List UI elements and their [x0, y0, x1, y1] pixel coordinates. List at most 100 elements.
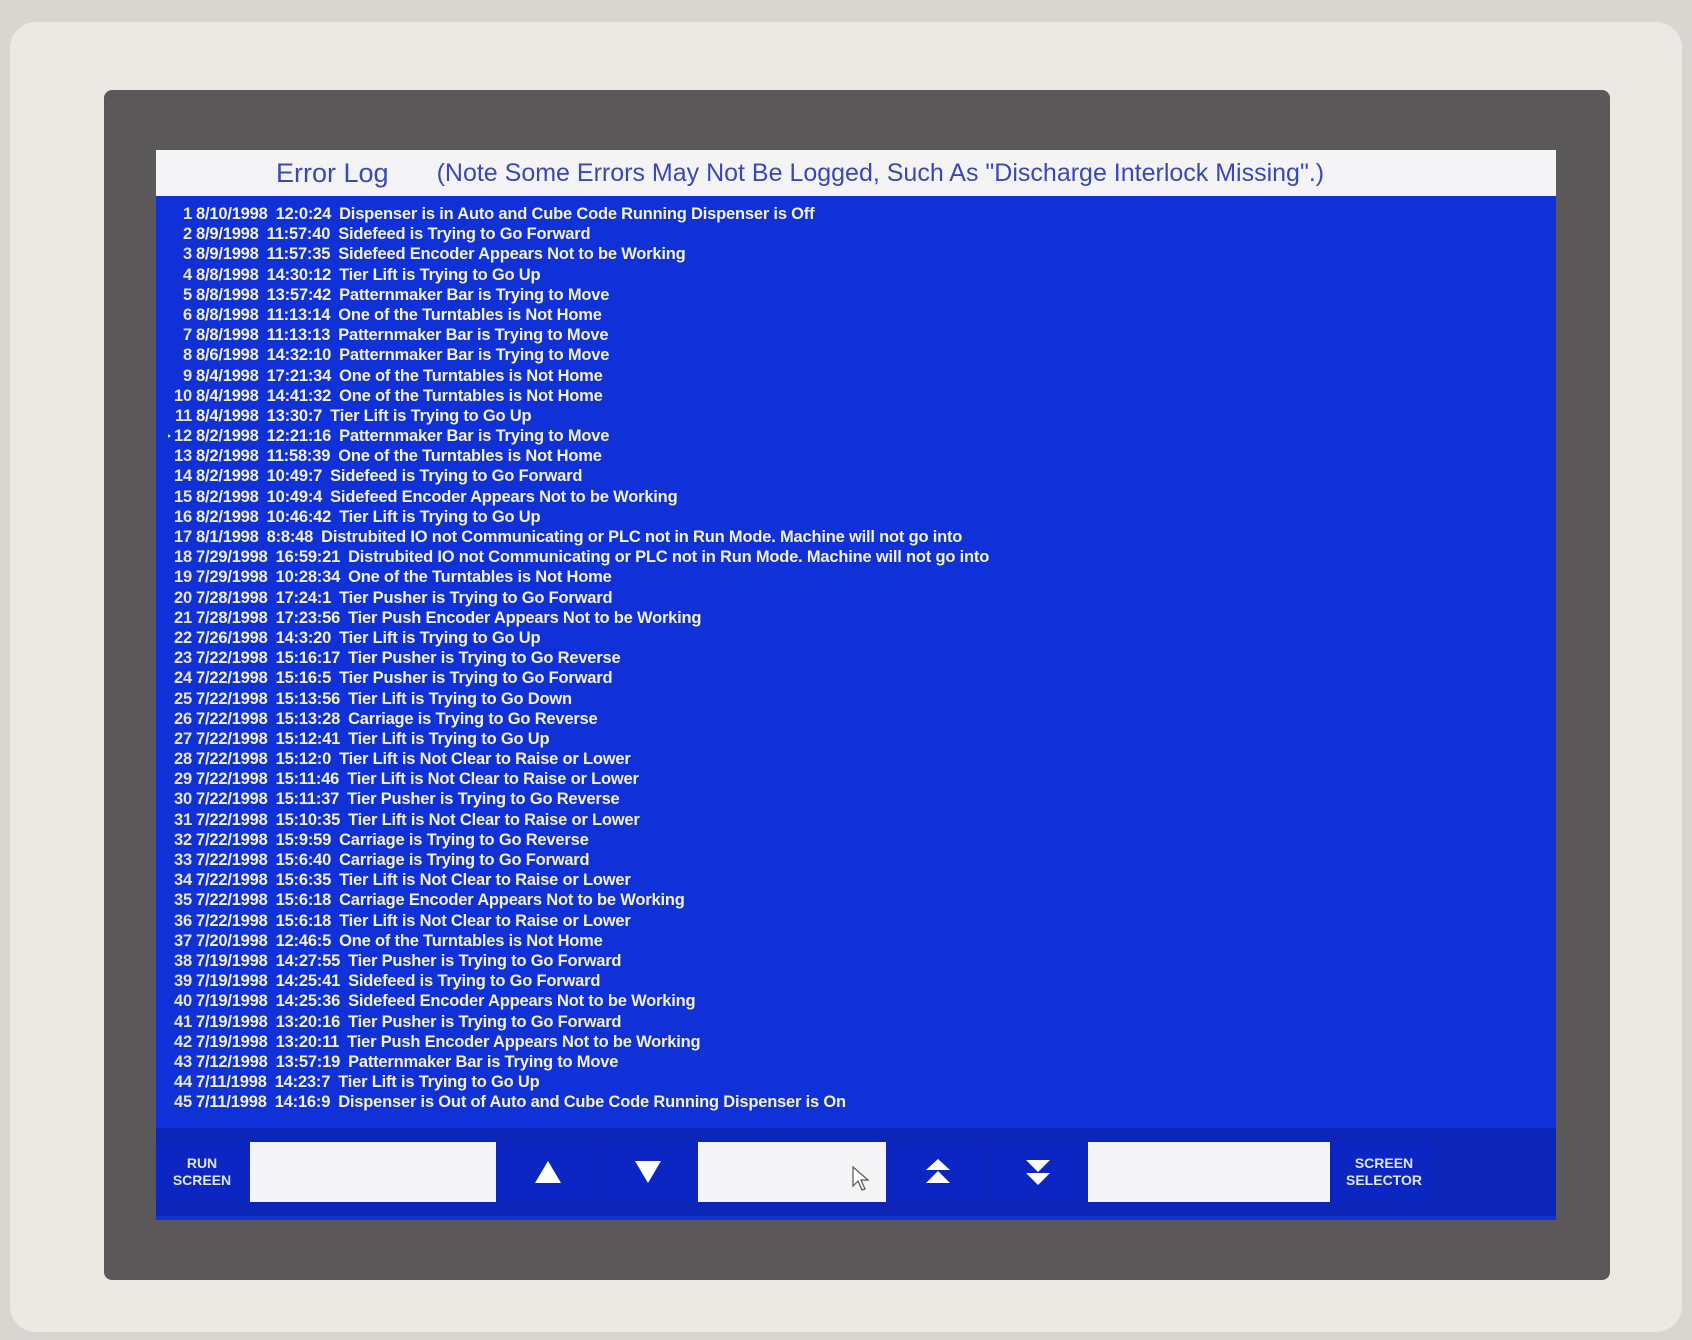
log-row[interactable]: 35 7/22/1998 15:6:18 Carriage Encoder Appea… [168, 890, 1548, 910]
log-row-time: 13:20:16 [275, 1012, 341, 1031]
log-row-time: 15:11:37 [275, 790, 340, 809]
log-row[interactable]: 30 7/22/1998 15:11:37 Tier Pusher is Trying… [168, 789, 1548, 809]
page-up-button[interactable] [890, 1142, 986, 1202]
log-row-number: 42 [174, 1032, 192, 1051]
log-row-date: 7/22/1998 [196, 911, 268, 930]
log-row[interactable]: 31 7/22/1998 15:10:35 Tier Lift is Not Clea… [168, 810, 1548, 830]
log-row[interactable]: 7 8/8/1998 11:13:13 Patternmaker Bar is Try… [168, 325, 1548, 345]
log-row-message: Sidefeed Encoder Appears Not to be Worki… [348, 992, 696, 1011]
log-row[interactable]: 10 8/4/1998 14:41:32 One of the Turntables … [168, 386, 1548, 406]
log-row-number: 25 [174, 689, 192, 708]
error-log-list[interactable]: 1 8/10/1998 12:0:24 Dispenser is in Auto an… [168, 204, 1548, 1124]
blank-button-1[interactable] [250, 1142, 496, 1202]
log-row[interactable]: 39 7/19/1998 14:25:41 Sidefeed is Trying to… [168, 971, 1548, 991]
scroll-up-button[interactable] [500, 1142, 596, 1202]
log-row-number: 29 [174, 770, 192, 789]
log-row-number: 9 [183, 366, 192, 385]
log-row[interactable]: 29 7/22/1998 15:11:46 Tier Lift is Not Clea… [168, 769, 1548, 789]
log-row-date: 8/8/1998 [196, 285, 259, 304]
screen-selector-button[interactable]: SCREEN SELECTOR [1334, 1142, 1434, 1202]
log-row-number: 40 [174, 992, 192, 1011]
log-row[interactable]: 24 7/22/1998 15:16:5 Tier Pusher is Trying … [168, 668, 1548, 688]
log-row-date: 8/4/1998 [196, 386, 259, 405]
log-row[interactable]: 12 8/2/1998 12:21:16 Patternmaker Bar is Tr… [168, 426, 1548, 446]
log-row-number: 8 [183, 346, 192, 365]
log-row[interactable]: 9 8/4/1998 17:21:34 One of the Turntables i… [168, 366, 1548, 386]
log-row[interactable]: 5 8/8/1998 13:57:42 Patternmaker Bar is Try… [168, 285, 1548, 305]
log-row[interactable]: 15 8/2/1998 10:49:4 Sidefeed Encoder Appear… [168, 487, 1548, 507]
log-row-number: 43 [174, 1052, 192, 1071]
log-row[interactable]: 25 7/22/1998 15:13:56 Tier Lift is Trying t… [168, 689, 1548, 709]
log-row-time: 15:13:28 [275, 709, 341, 728]
log-row[interactable]: 6 8/8/1998 11:13:14 One of the Turntables i… [168, 305, 1548, 325]
log-row-time: 17:23:56 [275, 608, 341, 627]
log-row[interactable]: 42 7/19/1998 13:20:11 Tier Push Encoder App… [168, 1032, 1548, 1052]
log-row-message: Sidefeed is Trying to Go Forward [338, 225, 591, 244]
log-row-date: 7/19/1998 [196, 992, 268, 1011]
log-row[interactable]: 33 7/22/1998 15:6:40 Carriage is Trying to … [168, 850, 1548, 870]
log-row[interactable]: 18 7/29/1998 16:59:21 Distrubited IO not Co… [168, 547, 1548, 567]
log-row[interactable]: 37 7/20/1998 12:46:5 One of the Turntables … [168, 931, 1548, 951]
log-row-date: 8/2/1998 [196, 427, 259, 446]
log-row[interactable]: 28 7/22/1998 15:12:0 Tier Lift is Not Clear… [168, 749, 1548, 769]
log-row-number: 45 [174, 1093, 192, 1112]
log-row-number: 20 [174, 588, 192, 607]
log-row[interactable]: 16 8/2/1998 10:46:42 Tier Lift is Trying to… [168, 507, 1548, 527]
log-row[interactable]: 13 8/2/1998 11:58:39 One of the Turntables … [168, 446, 1548, 466]
scroll-down-button[interactable] [600, 1142, 696, 1202]
log-row[interactable]: 1 8/10/1998 12:0:24 Dispenser is in Auto an… [168, 204, 1548, 224]
log-row[interactable]: 2 8/9/1998 11:57:40 Sidefeed is Trying to G… [168, 224, 1548, 244]
log-row[interactable]: 21 7/28/1998 17:23:56 Tier Push Encoder App… [168, 608, 1548, 628]
log-row[interactable]: 43 7/12/1998 13:57:19 Patternmaker Bar is T… [168, 1052, 1548, 1072]
page-down-button[interactable] [990, 1142, 1086, 1202]
log-row[interactable]: 3 8/9/1998 11:57:35 Sidefeed Encoder Appear… [168, 244, 1548, 264]
log-row[interactable]: 14 8/2/1998 10:49:7 Sidefeed is Trying to G… [168, 466, 1548, 486]
log-row-time: 10:49:7 [266, 467, 323, 486]
log-row[interactable]: 8 8/6/1998 14:32:10 Patternmaker Bar is Try… [168, 345, 1548, 365]
log-row[interactable]: 44 7/11/1998 14:23:7 Tier Lift is Trying to… [168, 1072, 1548, 1092]
log-row-message: One of the Turntables is Not Home [339, 386, 603, 405]
log-row-date: 7/22/1998 [196, 830, 268, 849]
log-row[interactable]: 20 7/28/1998 17:24:1 Tier Pusher is Trying … [168, 588, 1548, 608]
log-row-message: Patternmaker Bar is Trying to Move [339, 346, 610, 365]
log-row-message: Patternmaker Bar is Trying to Move [348, 1052, 619, 1071]
log-row[interactable]: 32 7/22/1998 15:9:59 Carriage is Trying to … [168, 830, 1548, 850]
log-row-message: Tier Lift is Not Clear to Raise or Lower [339, 911, 631, 930]
blank-button-3[interactable] [1088, 1142, 1330, 1202]
log-row[interactable]: 41 7/19/1998 13:20:16 Tier Pusher is Trying… [168, 1012, 1548, 1032]
log-row[interactable]: 36 7/22/1998 15:6:18 Tier Lift is Not Clear… [168, 911, 1548, 931]
log-row[interactable]: 23 7/22/1998 15:16:17 Tier Pusher is Trying… [168, 648, 1548, 668]
log-row-number: 10 [174, 386, 192, 405]
log-row[interactable]: 26 7/22/1998 15:13:28 Carriage is Trying to… [168, 709, 1548, 729]
log-row[interactable]: 40 7/19/1998 14:25:36 Sidefeed Encoder Appe… [168, 991, 1548, 1011]
log-row[interactable]: 4 8/8/1998 14:30:12 Tier Lift is Trying to … [168, 265, 1548, 285]
log-row[interactable]: 38 7/19/1998 14:27:55 Tier Pusher is Trying… [168, 951, 1548, 971]
log-row[interactable]: 22 7/26/1998 14:3:20 Tier Lift is Trying to… [168, 628, 1548, 648]
log-row[interactable]: 17 8/1/1998 8:8:48 Distrubited IO not Commu… [168, 527, 1548, 547]
log-row-message: Tier Pusher is Trying to Go Forward [348, 1012, 622, 1031]
log-row-number: 12 [174, 427, 192, 446]
log-row-number: 6 [183, 305, 192, 324]
log-row-date: 7/28/1998 [196, 608, 268, 627]
blank-button-2[interactable] [698, 1142, 886, 1202]
log-row[interactable]: 19 7/29/1998 10:28:34 One of the Turntables… [168, 567, 1548, 587]
log-row-message: Sidefeed is Trying to Go Forward [348, 972, 601, 991]
log-row-number: 5 [183, 285, 192, 304]
log-row-message: Distrubited IO not Communicating or PLC … [348, 548, 990, 567]
log-row[interactable]: 45 7/11/1998 14:16:9 Dispenser is Out of Au… [168, 1092, 1548, 1112]
log-row-time: 15:12:41 [275, 729, 341, 748]
log-row-number: 24 [174, 669, 192, 688]
log-row[interactable]: 34 7/22/1998 15:6:35 Tier Lift is Not Clear… [168, 870, 1548, 890]
log-row-number: 1 [183, 205, 192, 223]
log-row-number: 26 [174, 709, 192, 728]
log-row-number: 30 [174, 790, 192, 809]
log-row-time: 12:46:5 [275, 931, 332, 950]
log-row-time: 15:6:18 [275, 911, 332, 930]
log-row-time: 16:59:21 [275, 548, 341, 567]
log-row[interactable]: 27 7/22/1998 15:12:41 Tier Lift is Trying t… [168, 729, 1548, 749]
run-screen-button[interactable]: RUN SCREEN [156, 1142, 248, 1202]
log-row-number: 39 [174, 972, 192, 991]
double-arrow-down-icon [1026, 1160, 1050, 1185]
log-row[interactable]: 11 8/4/1998 13:30:7 Tier Lift is Trying to … [168, 406, 1548, 426]
log-row-time: 14:25:36 [275, 992, 341, 1011]
